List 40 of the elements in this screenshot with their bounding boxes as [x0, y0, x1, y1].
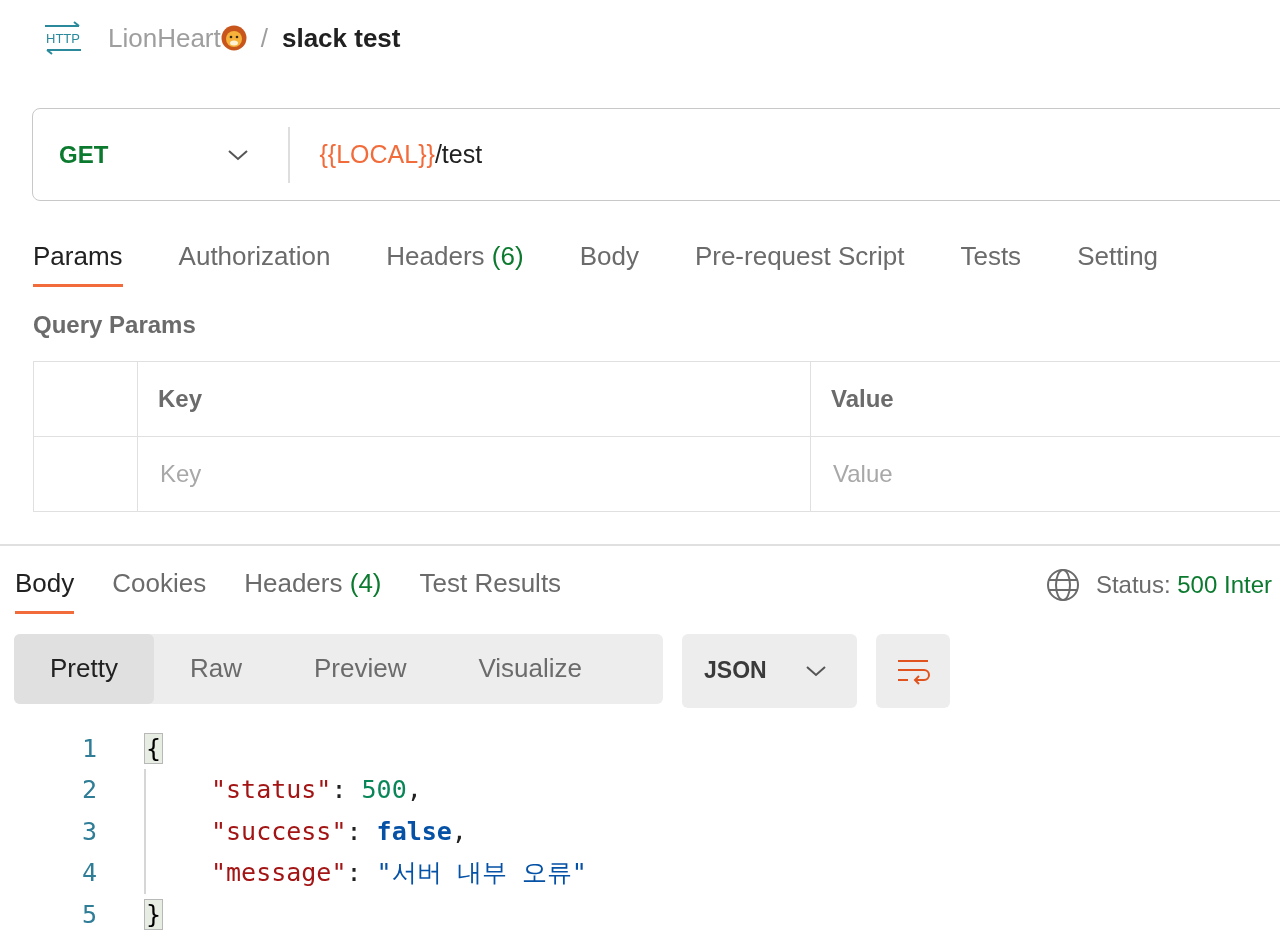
line-number: 4: [80, 858, 97, 888]
tab[interactable]: Authorization: [178, 241, 331, 287]
tab[interactable]: Tests: [960, 241, 1022, 287]
method-dropdown[interactable]: GET: [33, 140, 288, 169]
tab[interactable]: Body: [579, 241, 639, 287]
globe-icon: [1045, 567, 1080, 602]
status-text: Status: 500 Inter: [1095, 570, 1272, 599]
line-number: 1: [80, 733, 97, 763]
code-line: "status": 500,: [144, 769, 422, 811]
line-number: 5: [80, 899, 97, 929]
input-field[interactable]: Value: [831, 459, 1280, 489]
wrap-button[interactable]: [876, 633, 950, 708]
tab[interactable]: Headers (4): [244, 567, 382, 614]
breadcrumb-separator: /: [260, 22, 268, 54]
view-mode-tab[interactable]: Pretty: [14, 633, 154, 704]
view-mode-tab[interactable]: Preview: [277, 633, 443, 704]
line-number: 2: [80, 775, 97, 805]
section-title: Query Params: [33, 311, 197, 339]
tab[interactable]: Cookies: [112, 567, 207, 614]
line-number: 3: [80, 816, 97, 846]
workspace-name[interactable]: LionHeart: [108, 22, 221, 54]
chevron-icon: [227, 147, 249, 162]
column-header: Value: [811, 362, 1280, 437]
lion-face-icon: [220, 25, 247, 51]
view-mode-tab[interactable]: Visualize: [442, 633, 618, 704]
format-dropdown[interactable]: JSON: [682, 633, 857, 708]
url-input[interactable]: {{LOCAL}}/test: [319, 140, 483, 169]
column-header: Key: [138, 362, 811, 437]
code-line: "message": "서버 내부 오류": [144, 852, 587, 894]
request-name: slack test: [281, 22, 401, 54]
tab[interactable]: Test Results: [419, 567, 562, 614]
tab[interactable]: Params: [33, 241, 123, 287]
view-mode-tab[interactable]: Raw: [153, 633, 278, 704]
chevron-icon: [805, 663, 827, 678]
tab[interactable]: Pre-request Script: [694, 241, 905, 287]
tab[interactable]: Body: [15, 567, 75, 614]
input-field[interactable]: Key: [158, 459, 749, 489]
tab[interactable]: Headers (6): [386, 241, 524, 287]
tab[interactable]: Setting: [1077, 241, 1159, 287]
code-line: "success": false,: [144, 810, 467, 852]
